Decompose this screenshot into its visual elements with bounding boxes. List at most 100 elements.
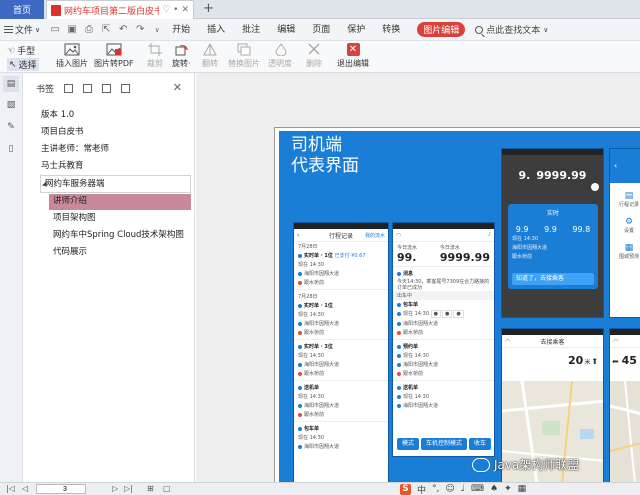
close-panel-icon[interactable]: ✕ (173, 81, 182, 94)
order-address: 现在 14:30 (393, 392, 494, 401)
hand-tool-button[interactable]: ☜ 手型 (7, 44, 36, 58)
map (610, 380, 640, 482)
microphone-icon[interactable]: ♩ (461, 484, 465, 494)
save-icon[interactable]: ▣ (67, 24, 77, 35)
print-icon[interactable]: ⎙ (84, 24, 94, 35)
arrow-icon: ⬆ (591, 357, 599, 366)
rotate-icon (172, 42, 190, 56)
phone-header: ◠ 去接乘客 (502, 335, 603, 348)
menu-protect[interactable]: 保护 (347, 22, 365, 37)
earnings-right-value: 9999.99 (439, 251, 490, 264)
mode-button: 模式 (397, 438, 419, 450)
replace-image-button[interactable]: 替换图片 (228, 42, 260, 69)
trip-date: 7月28日 (298, 294, 318, 300)
keyboard-icon[interactable]: ⌨ (471, 484, 484, 494)
start-dot-icon (397, 394, 401, 399)
crop-button[interactable]: 裁剪 (146, 42, 164, 69)
bookmark-item[interactable]: 项目白皮书 (41, 125, 84, 140)
bookmark-item[interactable]: 版本 1.0 (41, 108, 74, 123)
dialog-fig-2: 9999.99 (536, 169, 587, 182)
punctuation-icon[interactable]: °, (432, 484, 439, 494)
image-to-pdf-button[interactable]: 图片转PDF (94, 42, 134, 69)
bookmark-item-selected[interactable]: 讲师介绍 (53, 194, 87, 209)
home-tab[interactable]: 首页 (0, 0, 44, 19)
crop-icon (146, 42, 164, 56)
end-shift-button: 收车 (469, 438, 491, 450)
bookmark-panel-icon[interactable]: ▤ (3, 76, 19, 92)
page-view-icon[interactable]: ▢ (163, 483, 171, 495)
hand-tool-label: 手型 (17, 47, 36, 57)
skin-icon[interactable]: ♠ (490, 484, 498, 494)
watermark-text: Java架构师联盟 (494, 458, 580, 472)
last-page-button[interactable]: ▷| (124, 483, 133, 495)
find-text-label: 点此查找文本 (486, 26, 541, 36)
menu-annotate[interactable]: 批注 (242, 22, 260, 37)
delete-bookmark-icon[interactable] (121, 83, 131, 93)
message-text: 今天14:30，乘客尾号7309在合力路接的订单已成功 (397, 279, 490, 291)
select-tool-button[interactable]: ↖ 选择 (7, 58, 39, 71)
order-address: 海阳市因翔大道 (393, 319, 494, 328)
end-dot-icon (397, 330, 401, 335)
annotation-icon[interactable]: ✎ (5, 121, 17, 133)
page-image[interactable]: 司机端 代表界面 ‹ 行程记录 我的流水 7月28日 实时单 · 1位 已支付·… (279, 131, 640, 482)
bookmark-item[interactable]: 马士兵教育 (41, 159, 84, 174)
pdf-page[interactable]: 司机端 代表界面 ‹ 行程记录 我的流水 7月28日 实时单 · 1位 已支付·… (274, 127, 640, 482)
delete-button[interactable]: 删除 (305, 42, 323, 69)
menu-insert[interactable]: 插入 (207, 22, 225, 37)
insert-image-button[interactable]: 插入图片 (56, 42, 88, 69)
rotate-button[interactable]: 旋转· (172, 42, 191, 69)
bookmark-item[interactable]: 网约车中Spring Cloud技术架构图 (53, 228, 184, 243)
menu-image-edit[interactable]: 图片编辑 (417, 22, 466, 37)
exit-edit-button[interactable]: ✕ 退出编辑 (337, 42, 369, 69)
tag-chip: ● (453, 310, 464, 318)
bookmark-item[interactable]: 项目架构图 (53, 211, 96, 226)
end-dot-icon (298, 280, 302, 285)
add-bookmark-icon[interactable] (102, 83, 112, 93)
attachment-icon[interactable]: ▯ (5, 143, 17, 155)
collapse-all-icon[interactable] (83, 83, 93, 93)
flip-button[interactable]: 翻转 (201, 42, 219, 69)
emoji-icon[interactable]: ☺ (445, 484, 454, 494)
grid-icon[interactable]: ▦ (518, 484, 527, 494)
headset-icon: ◠ (505, 337, 511, 345)
open-folder-icon[interactable]: ▭ (50, 24, 60, 35)
headset-icon: ◠ (613, 337, 619, 345)
divider (393, 339, 494, 340)
order-time: 现在 14:30 (403, 311, 429, 317)
car-control-button: 车机控制模式 (421, 438, 467, 450)
new-tab-button[interactable]: + (203, 2, 214, 16)
trip-address: 海阳市因翔大道 (294, 360, 388, 369)
opacity-button[interactable]: 透明度· (268, 42, 295, 69)
trip-status: 已支付·¥0.67 (334, 253, 366, 259)
thumbnail-icon[interactable]: ▧ (5, 99, 17, 111)
page-number-input[interactable] (36, 484, 86, 494)
sogou-icon[interactable]: S (400, 483, 411, 495)
close-tab-icon[interactable]: ✕ (181, 5, 189, 15)
bookmark-item[interactable]: 主讲老师：常老师 (41, 142, 109, 157)
next-page-button[interactable]: ▷ (112, 483, 118, 495)
hamburger-icon (4, 26, 13, 33)
menu-convert[interactable]: 转换 (382, 22, 400, 37)
first-page-button[interactable]: |◁ (6, 483, 15, 495)
bookmark-item[interactable]: 代码展示 (53, 245, 87, 260)
order-dot-icon (397, 385, 401, 390)
undo-icon[interactable]: ↶ (118, 24, 128, 35)
prev-page-button[interactable]: ◁ (22, 483, 28, 495)
file-menu[interactable]: 文件 ∨ (0, 23, 44, 36)
export-icon[interactable]: ⇱ (101, 24, 111, 35)
distance-readout: 20 米 ⬆ (502, 348, 603, 367)
find-text-box[interactable]: 点此查找文本 ∨ (475, 23, 548, 36)
document-tab[interactable]: 网约车项目第二版白皮书(1).pdf ♡ • ✕ (46, 0, 194, 19)
menu-start[interactable]: 开始 (172, 22, 190, 37)
menu-page[interactable]: 页面 (312, 22, 330, 37)
add-page-icon[interactable]: ⊞ (147, 483, 154, 495)
customize-chevron-icon[interactable]: ∨ (152, 25, 162, 35)
earnings-left-label: 今日流水 (397, 245, 418, 251)
redo-icon[interactable]: ↷ (135, 24, 145, 35)
order-address-start: 海阳市因翔大道 (403, 321, 439, 327)
expand-all-icon[interactable] (64, 83, 74, 93)
toolbox-icon[interactable]: ✦ (504, 484, 512, 494)
chinese-mode-icon[interactable]: 中 (417, 483, 426, 495)
menu-edit[interactable]: 编辑 (277, 22, 295, 37)
bookmark-item[interactable]: 网约车服务器端 (45, 177, 105, 192)
